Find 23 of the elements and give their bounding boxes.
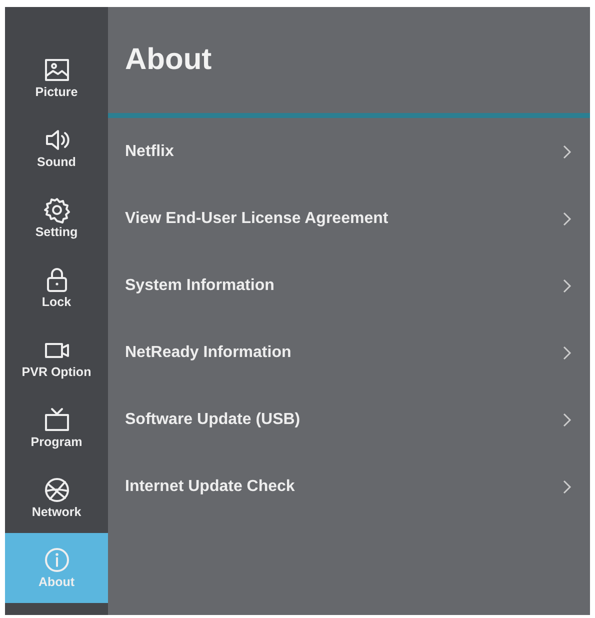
menu-item[interactable]: NetReady Information [125, 340, 292, 364]
chevron-icon [562, 144, 572, 158]
sidebar-item[interactable]: PVR Option [5, 323, 108, 393]
menu-item[interactable]: Internet Update Check [125, 474, 295, 498]
menu-item[interactable]: Software Update (USB) [125, 408, 300, 432]
settings-icon [42, 196, 70, 224]
menu-item[interactable]: View End-User License Agreement [125, 206, 388, 230]
globe-icon [42, 476, 70, 504]
menu-item[interactable]: System Information [125, 274, 274, 298]
chevron-icon [562, 480, 572, 494]
chevron-icon [562, 212, 572, 226]
chevron-icon [562, 412, 572, 426]
sidebar-item[interactable]: Picture [5, 43, 108, 113]
chevron-icon [562, 278, 572, 292]
sidebar-item[interactable]: Network [5, 463, 108, 533]
chevron-icon [562, 346, 572, 360]
sidebar-item[interactable]: Sound [5, 113, 108, 183]
info-icon [42, 546, 70, 574]
sidebar-item[interactable]: Lock [5, 253, 108, 323]
sidebar-item[interactable]: Setting [5, 183, 108, 253]
sidebar-item[interactable]: Program [5, 393, 108, 463]
menu-item[interactable]: Netflix [125, 140, 174, 164]
page-title: About [124, 42, 213, 78]
